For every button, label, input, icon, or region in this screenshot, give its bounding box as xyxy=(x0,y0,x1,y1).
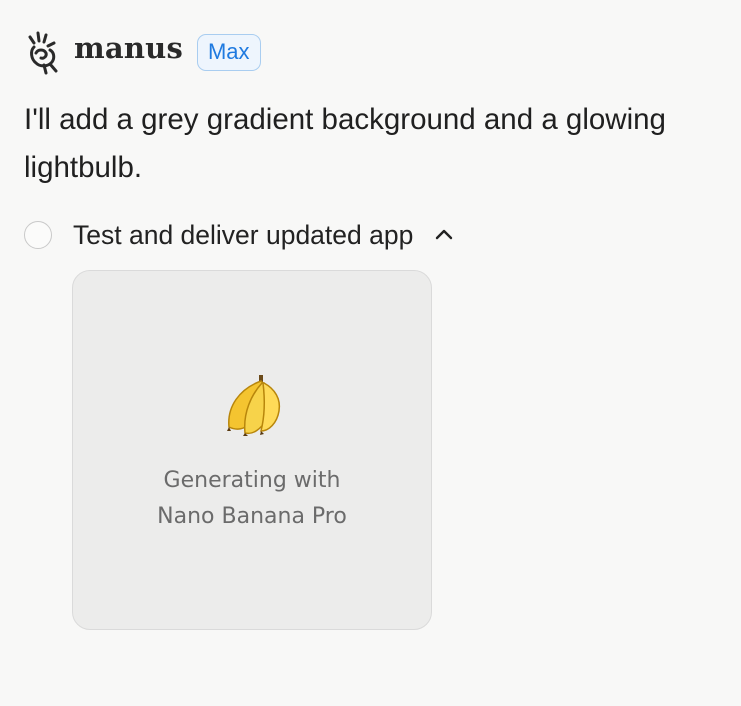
empty-circle-icon xyxy=(24,221,52,249)
assistant-message: I'll add a grey gradient background and … xyxy=(24,103,666,184)
header: manus Max xyxy=(24,28,261,76)
generation-status: Generating with Nano Banana Pro xyxy=(157,463,347,535)
generation-card: Generating with Nano Banana Pro xyxy=(72,270,432,630)
brand-name: manus xyxy=(74,30,183,65)
chevron-up-icon[interactable] xyxy=(433,224,455,246)
generation-status-line1: Generating with xyxy=(163,468,341,493)
task-label: Test and deliver updated app xyxy=(73,219,414,250)
manus-hand-logo-icon xyxy=(28,31,58,75)
banana-icon xyxy=(227,375,281,436)
task-step[interactable]: Test and deliver updated app xyxy=(24,218,455,252)
plan-badge: Max xyxy=(196,33,261,71)
generation-status-line2: Nano Banana Pro xyxy=(157,504,347,529)
